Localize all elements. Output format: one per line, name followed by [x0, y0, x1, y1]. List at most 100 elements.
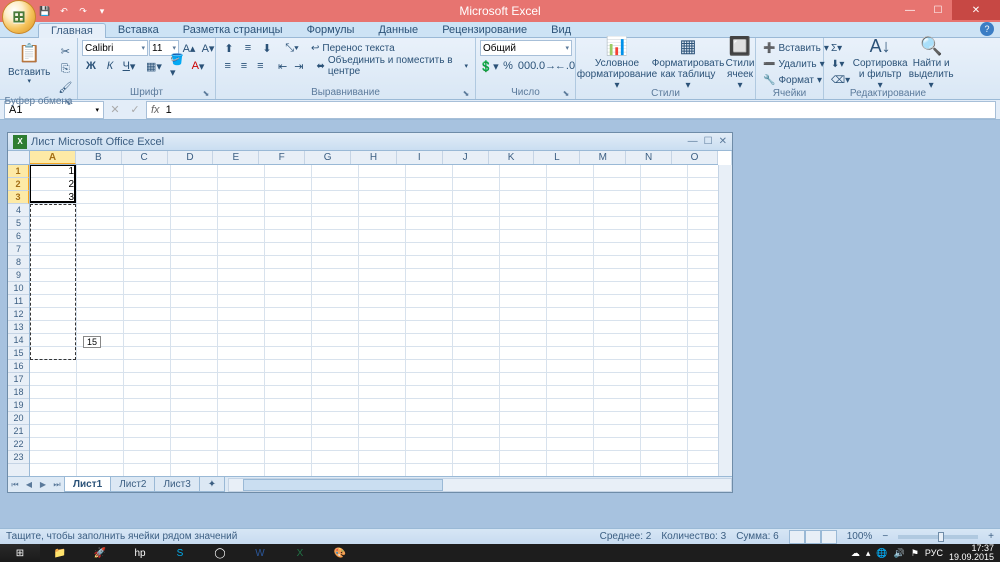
- column-header-D[interactable]: D: [168, 151, 214, 164]
- column-header-J[interactable]: J: [443, 151, 489, 164]
- taskbar-excel[interactable]: X: [280, 544, 320, 562]
- decrease-decimal-button[interactable]: ←.0: [556, 57, 574, 75]
- launcher-icon[interactable]: ⬊: [63, 98, 73, 108]
- view-page-break[interactable]: [821, 530, 837, 544]
- tray-lang[interactable]: РУС: [925, 548, 943, 558]
- column-header-H[interactable]: H: [351, 151, 397, 164]
- row-header-15[interactable]: 15: [8, 347, 29, 360]
- tab-nav-last[interactable]: ⏭: [50, 478, 64, 492]
- sort-filter-button[interactable]: A↓Сортировка и фильтр▾: [855, 40, 905, 88]
- zoom-in[interactable]: +: [988, 531, 994, 542]
- row-header-11[interactable]: 11: [8, 295, 29, 308]
- row-header-18[interactable]: 18: [8, 386, 29, 399]
- tray-flag-icon[interactable]: ⚑: [911, 548, 919, 559]
- format-as-table-button[interactable]: ▦Форматировать как таблицу▾: [656, 40, 720, 88]
- column-header-N[interactable]: N: [626, 151, 672, 164]
- new-sheet-tab[interactable]: ✦: [199, 477, 225, 492]
- orientation-button[interactable]: ⤡▾: [283, 39, 301, 57]
- row-header-4[interactable]: 4: [8, 204, 29, 217]
- launcher-icon[interactable]: ⬊: [461, 89, 471, 99]
- align-middle-button[interactable]: ≡: [239, 39, 257, 57]
- italic-button[interactable]: К: [101, 57, 119, 75]
- launcher-icon[interactable]: ⬊: [201, 89, 211, 99]
- sheet-tab-1[interactable]: Лист1: [64, 477, 111, 492]
- tab-review[interactable]: Рецензирование: [430, 22, 539, 37]
- tab-nav-prev[interactable]: ◀: [22, 478, 36, 492]
- increase-indent-button[interactable]: ⇥: [291, 57, 306, 75]
- qat-save[interactable]: 💾: [36, 2, 54, 20]
- row-header-13[interactable]: 13: [8, 321, 29, 334]
- wrap-text-button[interactable]: ↩Перенос текста: [308, 40, 398, 56]
- taskbar-hp[interactable]: hp: [120, 544, 160, 562]
- comma-button[interactable]: 000: [518, 57, 536, 75]
- tab-formulas[interactable]: Формулы: [295, 22, 367, 37]
- taskbar-app1[interactable]: 🚀: [80, 544, 120, 562]
- column-header-O[interactable]: O: [672, 151, 718, 164]
- tab-data[interactable]: Данные: [366, 22, 430, 37]
- row-header-9[interactable]: 9: [8, 269, 29, 282]
- row-header-14[interactable]: 14: [8, 334, 29, 347]
- tray-onedrive-icon[interactable]: ☁: [851, 548, 860, 559]
- merge-center-button[interactable]: ⬌Объединить и поместить в центре▾: [313, 58, 471, 74]
- zoom-slider[interactable]: [898, 535, 978, 539]
- align-center-button[interactable]: ≡: [236, 57, 251, 75]
- help-icon[interactable]: ?: [980, 22, 994, 36]
- zoom-out[interactable]: −: [882, 531, 888, 542]
- tray-network-icon[interactable]: 🌐: [876, 548, 887, 559]
- border-button[interactable]: ▦▾: [145, 57, 163, 75]
- paste-button[interactable]: 📋 Вставить▾: [4, 40, 54, 88]
- enter-formula-icon[interactable]: ✓: [126, 101, 144, 119]
- format-painter-button[interactable]: 🖌: [56, 78, 74, 96]
- cell-A1[interactable]: 1: [30, 165, 77, 178]
- copy-button[interactable]: ⎘: [56, 60, 74, 78]
- font-color-button[interactable]: A▾: [189, 57, 207, 75]
- close-button[interactable]: ✕: [952, 0, 1000, 20]
- decrease-indent-button[interactable]: ⇤: [275, 57, 290, 75]
- tray-clock[interactable]: 17:37 19.09.2015: [949, 544, 994, 562]
- autosum-button[interactable]: Σ▾: [828, 40, 853, 56]
- worksheet-maximize[interactable]: ☐: [704, 136, 713, 147]
- row-header-10[interactable]: 10: [8, 282, 29, 295]
- row-header-1[interactable]: 1: [8, 165, 29, 178]
- fill-button[interactable]: ⬇▾: [828, 56, 853, 72]
- column-header-E[interactable]: E: [213, 151, 259, 164]
- align-bottom-button[interactable]: ⬇: [258, 39, 276, 57]
- column-header-A[interactable]: A: [30, 151, 76, 164]
- fill-color-button[interactable]: 🪣▾: [170, 57, 188, 75]
- formula-input[interactable]: fx1: [146, 101, 996, 119]
- office-button[interactable]: ⊞: [2, 0, 36, 34]
- column-header-C[interactable]: C: [122, 151, 168, 164]
- cell-A2[interactable]: 2: [30, 178, 77, 191]
- column-header-M[interactable]: M: [580, 151, 626, 164]
- row-header-2[interactable]: 2: [8, 178, 29, 191]
- format-cells-button[interactable]: 🔧Формат▾: [760, 72, 825, 88]
- start-button[interactable]: ⊞: [0, 544, 40, 562]
- font-family-combo[interactable]: Calibri▾: [82, 40, 148, 56]
- shrink-font-button[interactable]: A▾: [199, 39, 217, 57]
- column-header-K[interactable]: K: [489, 151, 535, 164]
- tab-nav-first[interactable]: ⏮: [8, 478, 22, 492]
- row-header-8[interactable]: 8: [8, 256, 29, 269]
- qat-undo[interactable]: ↶: [55, 2, 73, 20]
- align-right-button[interactable]: ≡: [253, 57, 268, 75]
- insert-cells-button[interactable]: ➕Вставить▾: [760, 40, 832, 56]
- tray-up-icon[interactable]: ▴: [866, 548, 871, 559]
- select-all-corner[interactable]: [8, 151, 30, 165]
- taskbar-chrome[interactable]: ◯: [200, 544, 240, 562]
- row-header-23[interactable]: 23: [8, 451, 29, 464]
- row-header-16[interactable]: 16: [8, 360, 29, 373]
- view-page-layout[interactable]: [805, 530, 821, 544]
- row-header-6[interactable]: 6: [8, 230, 29, 243]
- number-format-combo[interactable]: Общий▾: [480, 40, 572, 56]
- horizontal-scrollbar[interactable]: [228, 478, 732, 492]
- tab-nav-next[interactable]: ▶: [36, 478, 50, 492]
- clear-button[interactable]: ⌫▾: [828, 72, 853, 88]
- vertical-scrollbar[interactable]: [718, 165, 732, 476]
- row-header-21[interactable]: 21: [8, 425, 29, 438]
- tray-volume-icon[interactable]: 🔊: [894, 548, 905, 559]
- column-header-G[interactable]: G: [305, 151, 351, 164]
- launcher-icon[interactable]: ⬊: [561, 89, 571, 99]
- bold-button[interactable]: Ж: [82, 57, 100, 75]
- taskbar-word[interactable]: W: [240, 544, 280, 562]
- align-top-button[interactable]: ⬆: [220, 39, 238, 57]
